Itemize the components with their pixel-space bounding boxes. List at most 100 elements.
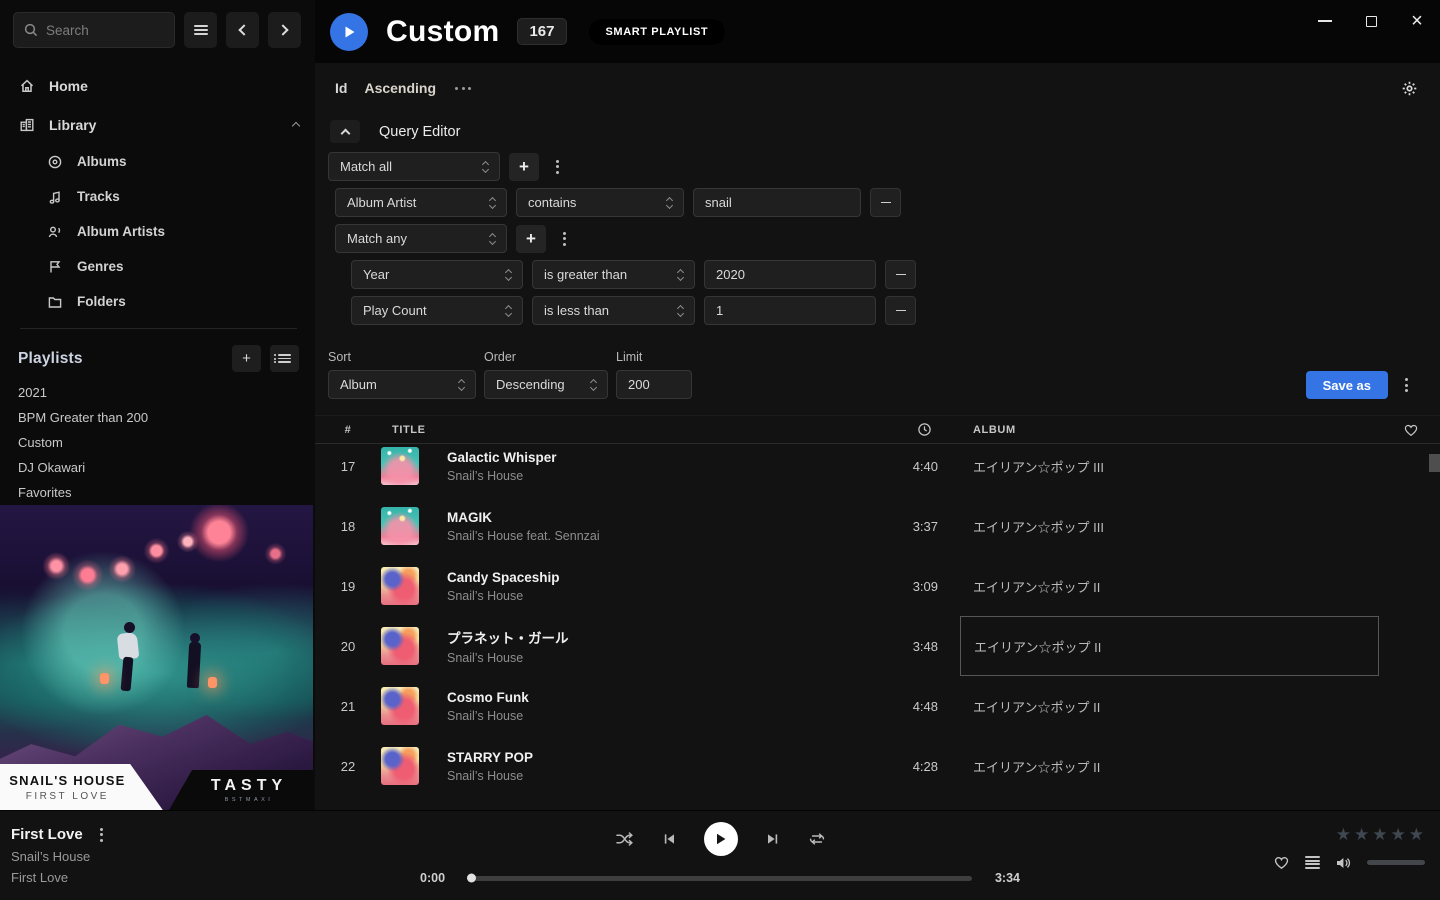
track-artist[interactable]: Snail’s House — [447, 769, 862, 783]
add-rule-button[interactable]: + — [509, 153, 539, 181]
now-playing-album[interactable]: First Love — [11, 870, 111, 885]
sort-field-button[interactable]: Id — [335, 80, 347, 96]
track-artist[interactable]: Snail’s House — [447, 589, 862, 603]
rule-value-input[interactable] — [704, 296, 876, 325]
playlist-item[interactable]: Custom — [18, 430, 297, 455]
rating-star-icon[interactable]: ★ — [1354, 826, 1369, 843]
track-artist[interactable]: Snail’s House — [447, 651, 862, 665]
search-field[interactable] — [46, 23, 164, 38]
sidebar-item-album-artists[interactable]: Album Artists — [46, 214, 299, 249]
nav-back-button[interactable] — [226, 12, 259, 48]
rating-star-icon[interactable]: ★ — [1336, 826, 1351, 843]
rule-field-select[interactable]: Play Count — [351, 296, 523, 325]
column-duration[interactable] — [862, 422, 952, 437]
sidebar-item-library[interactable]: Library — [18, 105, 299, 144]
track-artist[interactable]: Snail’s House feat. Sennzai — [447, 529, 862, 543]
table-row[interactable]: 19 Candy SpaceshipSnail’s House 3:09 エイリ… — [315, 556, 1440, 616]
next-button[interactable] — [765, 831, 781, 847]
volume-button[interactable] — [1335, 855, 1352, 871]
rating-star-icon[interactable]: ★ — [1391, 826, 1406, 843]
column-album[interactable]: ALBUM — [952, 424, 1382, 436]
rule-value-input[interactable] — [693, 188, 861, 217]
rule-value-input[interactable] — [704, 260, 876, 289]
track-art-thumbnail — [381, 507, 419, 545]
track-album[interactable]: エイリアン☆ポップ II — [960, 556, 1379, 616]
limit-input[interactable] — [616, 370, 692, 399]
volume-slider[interactable] — [1367, 860, 1425, 865]
sidebar-item-tracks[interactable]: Tracks — [46, 179, 299, 214]
track-album[interactable]: エイリアン☆ポップ III — [960, 436, 1379, 496]
rule-operator-select[interactable]: is less than — [532, 296, 695, 325]
rule-operator-select[interactable]: contains — [516, 188, 684, 217]
table-row[interactable]: 22 STARRY POPSnail’s House 4:28 エイリアン☆ポッ… — [315, 736, 1440, 796]
track-album-selected-cell[interactable]: エイリアン☆ポップ II — [960, 616, 1379, 676]
sidebar-item-genres[interactable]: Genres — [46, 249, 299, 284]
menu-button[interactable] — [184, 12, 217, 48]
column-title[interactable]: TITLE — [381, 424, 862, 436]
rating-stars[interactable]: ★★★★★ — [1273, 826, 1424, 843]
remove-rule-button[interactable] — [870, 188, 901, 217]
sort-select[interactable]: Album — [328, 370, 476, 399]
table-row[interactable]: 20 プラネット・ガールSnail’s House 3:48 エイリアン☆ポップ… — [315, 616, 1440, 676]
search-input[interactable] — [13, 12, 175, 48]
now-playing-album-art[interactable]: SNAIL'S HOUSE FIRST LOVE TASTY BSTMAXI — [0, 505, 313, 810]
track-album[interactable]: エイリアン☆ポップ II — [960, 676, 1379, 736]
sidebar-item-home[interactable]: Home — [18, 66, 299, 105]
collapse-chevron-icon[interactable] — [292, 122, 300, 130]
play-playlist-button[interactable] — [330, 13, 368, 51]
group-match-select[interactable]: Match any — [335, 224, 507, 253]
maximize-button[interactable] — [1348, 0, 1394, 42]
add-rule-button[interactable]: + — [516, 225, 546, 253]
sidebar-item-folders[interactable]: Folders — [46, 284, 299, 319]
seek-handle[interactable] — [467, 874, 476, 883]
add-playlist-button[interactable]: + — [232, 345, 261, 372]
track-album[interactable]: エイリアン☆ポップ III — [960, 496, 1379, 556]
repeat-button[interactable] — [808, 831, 826, 847]
favorite-button[interactable] — [1273, 854, 1290, 871]
sidebar-item-albums[interactable]: Albums — [46, 144, 299, 179]
play-pause-button[interactable] — [704, 822, 738, 856]
playlist-item[interactable]: BPM Greater than 200 — [18, 405, 297, 430]
column-favorite[interactable] — [1382, 422, 1440, 438]
column-index[interactable]: # — [315, 424, 381, 436]
track-artist[interactable]: Snail’s House — [447, 469, 862, 483]
rule-field-select[interactable]: Year — [351, 260, 523, 289]
remove-rule-button[interactable] — [885, 296, 916, 325]
playlist-item[interactable]: Favorites — [18, 480, 297, 505]
now-playing-more-button[interactable] — [93, 828, 111, 842]
nav-forward-button[interactable] — [268, 12, 301, 48]
playlist-list-button[interactable] — [270, 345, 299, 372]
track-artist[interactable]: Snail’s House — [447, 709, 862, 723]
group-more-button[interactable] — [548, 153, 566, 181]
rule-operator-select[interactable]: is greater than — [532, 260, 695, 289]
queue-button[interactable] — [1305, 855, 1320, 871]
rule-field-select[interactable]: Album Artist — [335, 188, 507, 217]
table-scrollbar-thumb[interactable] — [1429, 454, 1440, 472]
minimize-button[interactable] — [1302, 0, 1348, 42]
save-more-button[interactable] — [1397, 371, 1415, 399]
now-playing-artist[interactable]: Snail’s House — [11, 849, 111, 864]
shuffle-button[interactable] — [615, 831, 634, 847]
playlist-item[interactable]: DJ Okawari — [18, 455, 297, 480]
group-more-button[interactable] — [555, 225, 573, 253]
close-button[interactable]: × — [1394, 0, 1440, 42]
table-row[interactable]: 21 Cosmo FunkSnail’s House 4:48 エイリアン☆ポッ… — [315, 676, 1440, 736]
seek-bar[interactable] — [468, 876, 972, 881]
table-row[interactable]: 17 Galactic WhisperSnail’s House 4:40 エイ… — [315, 436, 1440, 496]
more-options-button[interactable] — [455, 87, 471, 90]
save-as-button[interactable]: Save as — [1306, 371, 1388, 399]
sort-direction-button[interactable]: Ascending — [364, 80, 436, 96]
settings-button[interactable] — [1401, 80, 1418, 97]
now-playing-title[interactable]: First Love — [11, 826, 83, 843]
playlist-item[interactable]: 2021 — [18, 380, 297, 405]
order-select[interactable]: Descending — [484, 370, 608, 399]
rating-star-icon[interactable]: ★ — [1409, 826, 1424, 843]
remove-rule-button[interactable] — [885, 260, 916, 289]
progress-row: 0:00 3:34 — [420, 871, 1020, 885]
root-match-select[interactable]: Match all — [328, 152, 500, 181]
previous-button[interactable] — [661, 831, 677, 847]
table-row[interactable]: 18 MAGIKSnail’s House feat. Sennzai 3:37… — [315, 496, 1440, 556]
track-album[interactable]: エイリアン☆ポップ II — [960, 736, 1379, 796]
query-editor-collapse-button[interactable] — [330, 120, 360, 143]
rating-star-icon[interactable]: ★ — [1372, 826, 1387, 843]
